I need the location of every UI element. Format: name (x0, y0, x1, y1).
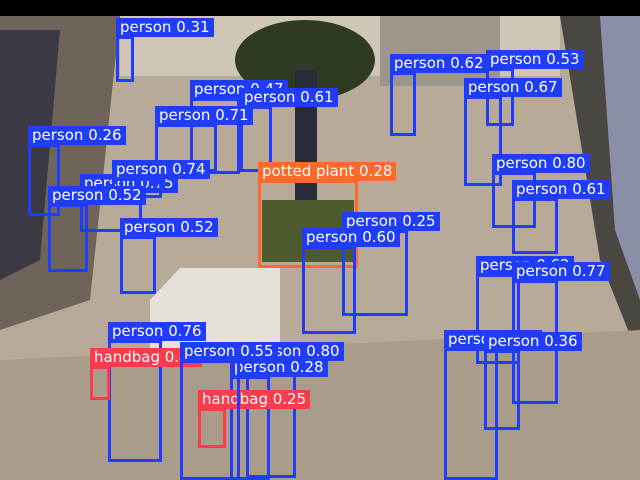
detection-score: 0.71 (215, 106, 249, 124)
detection-score: 0.53 (546, 50, 580, 68)
detection-label: person 0.76 (108, 322, 206, 341)
detection-class: person (184, 342, 236, 360)
detection-box-person: person 0.55 (180, 342, 278, 480)
detection-box-person: person 0.52 (120, 218, 218, 294)
detection-score: 0.28 (290, 358, 324, 376)
detection-score: 0.76 (168, 322, 202, 340)
detection-label: person 0.52 (120, 218, 218, 237)
detection-label: person 0.55 (180, 342, 278, 361)
detection-label: person 0.61 (240, 88, 338, 107)
detection-label: person 0.62 (390, 54, 488, 73)
detection-score: 0.77 (572, 262, 606, 280)
detection-label: person 0.71 (155, 106, 253, 125)
detection-class: person (516, 262, 568, 280)
detection-class: person (244, 88, 296, 106)
detection-class: potted plant (262, 162, 355, 180)
detection-class: person (124, 218, 176, 236)
detection-score: 0.25 (272, 390, 307, 408)
detection-class: person (468, 78, 520, 96)
detection-label: person 0.53 (486, 50, 584, 69)
detection-class: person (496, 154, 548, 172)
detection-box-person: person 0.62 (390, 54, 488, 136)
detection-score: 0.36 (544, 332, 578, 350)
detection-score: 0.26 (88, 126, 122, 144)
detection-label: person 0.67 (464, 78, 562, 97)
detection-score: 0.52 (108, 186, 142, 204)
detection-score: 0.61 (572, 180, 606, 198)
detection-label: person 0.26 (28, 126, 126, 145)
detection-label: person 0.36 (484, 332, 582, 351)
detection-score: 0.62 (450, 54, 484, 72)
detection-class: person (120, 18, 172, 36)
detection-score: 0.67 (524, 78, 558, 96)
detection-class: person (116, 160, 168, 178)
detection-class: person (159, 106, 211, 124)
detection-scene: person 0.31person 0.47person 0.61person … (0, 0, 640, 480)
detection-class: person (516, 180, 568, 198)
detection-score: 0.25 (402, 212, 436, 230)
detection-class: person (306, 228, 358, 246)
detection-score: 0.55 (240, 342, 274, 360)
detection-label: person 0.77 (512, 262, 610, 281)
detection-label: person 0.31 (116, 18, 214, 37)
detection-class: person (194, 80, 246, 98)
detection-box-person: person 0.52 (48, 186, 146, 272)
detection-label: potted plant 0.28 (258, 162, 397, 181)
detection-score: 0.61 (300, 88, 334, 106)
detection-score: 0.31 (176, 18, 210, 36)
detection-box-handbag: handbag 0.40 (90, 348, 203, 400)
detection-class: person (490, 50, 542, 68)
detection-box-person: person 0.36 (484, 332, 582, 430)
detection-class: handbag (94, 348, 160, 366)
detection-class: person (394, 54, 446, 72)
detection-score: 0.60 (362, 228, 396, 246)
detection-label: person 0.74 (112, 160, 210, 179)
detection-label: person 0.52 (48, 186, 146, 205)
detection-class: person (52, 186, 104, 204)
detection-label: person 0.60 (302, 228, 400, 247)
detection-box-person: person 0.61 (512, 180, 610, 254)
detection-score: 0.52 (180, 218, 214, 236)
detection-box-person: person 0.60 (302, 228, 400, 334)
detection-label: person 0.80 (492, 154, 590, 173)
detection-box-person: person 0.31 (116, 18, 214, 82)
top-bar (0, 0, 640, 16)
detection-class: person (112, 322, 164, 340)
detection-score: 0.80 (552, 154, 586, 172)
detection-class: person (32, 126, 84, 144)
detection-score: 0.74 (172, 160, 206, 178)
detection-score: 0.28 (359, 162, 393, 180)
detection-label: person 0.61 (512, 180, 610, 199)
detection-class: person (488, 332, 540, 350)
